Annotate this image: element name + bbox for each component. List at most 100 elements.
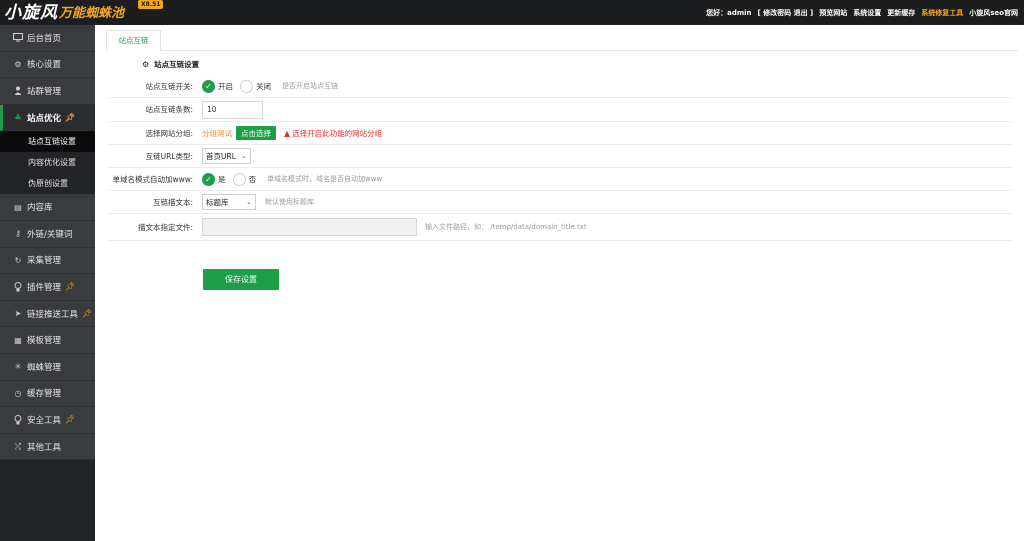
radio-enable[interactable]: ✓ 开启 <box>202 79 233 93</box>
select-value: 标题库 <box>206 197 229 207</box>
check-icon: ✓ <box>202 172 215 186</box>
main-content: 站点互链 ⚙ 站点互链设置 站点互链开关: ✓ 开启 关闭 是否开启站点互链 站… <box>95 25 1024 541</box>
hint-text: 单域名模式时，域名是否自动加www <box>267 175 383 183</box>
logo: 小旋风 万能蜘蛛池 <box>4 2 124 23</box>
tab-site-links[interactable]: 站点互链 <box>106 30 161 51</box>
spider-icon: ✳ <box>14 362 22 372</box>
warning-message: ▲ 选择开启此功能的网站分组 <box>284 128 382 139</box>
update-cache-link[interactable]: 更新缓存 <box>887 8 915 18</box>
form-row-url-type: 互链URL类型: 首页URL ⌄ <box>108 145 1012 168</box>
radio-circle-icon <box>232 172 246 186</box>
sidebar-item-core-settings[interactable]: ⚙ 核心设置 <box>0 51 95 79</box>
radio-circle-icon <box>240 79 253 93</box>
sidebar-item-label: 其他工具 <box>27 442 62 453</box>
sidebar-subitem-content-optimization[interactable]: 内容优化设置 <box>0 152 95 174</box>
sidebar-item-site-optimization[interactable]: ♣ 站点优化 📌︎ <box>0 104 95 132</box>
sidebar-item-plugins[interactable]: 插件管理 📌︎ <box>0 274 95 301</box>
select-value: 首页URL <box>206 151 236 161</box>
form-row-auto-www: 单域名模式自动加www: ✓ 是 否 单域名模式时，域名是否自动加www <box>108 168 1012 191</box>
field-label: 站点互链开关: <box>145 81 193 91</box>
radio-label: 关闭 <box>256 81 271 91</box>
select-group-button[interactable]: 点击选择 <box>236 126 276 140</box>
warning-icon: ▲ <box>284 128 291 138</box>
chevron-down-icon: ⌄ <box>240 152 247 160</box>
sidebar-item-security[interactable]: 安全工具 📌︎ <box>0 407 95 434</box>
refresh-icon: ↻ <box>14 255 22 265</box>
radio-disable[interactable]: 关闭 <box>240 79 271 93</box>
hint-text: 是否开启站点互链 <box>282 82 338 90</box>
hint-text: 输入文件路径，如： /temp/data/domain_title.txt <box>425 223 587 231</box>
logo-sub-text: 万能蜘蛛池 <box>59 6 125 21</box>
sidebar-item-home[interactable]: 后台首页 <box>0 25 95 52</box>
settings-form: 站点互链开关: ✓ 开启 关闭 是否开启站点互链 站点互链条数: 10 选择网站… <box>108 75 1012 241</box>
radio-label: 否 <box>248 174 257 184</box>
sidebar-item-label: 插件管理 <box>27 282 62 293</box>
chevron-down-icon: ⌄ <box>246 198 252 206</box>
sidebar-subitem-link-settings[interactable]: 站点互链设置 <box>0 131 95 153</box>
send-icon: ➤ <box>14 309 22 319</box>
field-label: 描文本指定文件: <box>137 222 193 232</box>
section-title: ⚙ 站点互链设置 <box>142 59 199 70</box>
radio-yes[interactable]: ✓ 是 <box>202 172 226 186</box>
field-label: 选择网站分组: <box>145 128 193 138</box>
form-row-anchor-file: 描文本指定文件: 输入文件路径，如： /temp/data/domain_tit… <box>108 214 1012 241</box>
form-row-link-count: 站点互链条数: 10 <box>108 98 1012 122</box>
sidebar-item-label: 缓存管理 <box>27 389 62 400</box>
sidebar-subitem-pseudo-original[interactable]: 伪原创设置 <box>0 173 95 195</box>
sidebar: 后台首页 ⚙ 核心设置 站群管理 ♣ 站点优化 📌︎ 站点互链设置 内容优化设置… <box>0 25 95 541</box>
sidebar-item-links-keywords[interactable]: ⚷ 外链/关键词 <box>0 220 95 248</box>
preview-site-link[interactable]: 预览网站 <box>819 8 847 18</box>
sidebar-subitem-label: 内容优化设置 <box>28 158 76 168</box>
greeting-text: 您好：admin <box>706 8 752 17</box>
account-links[interactable]: [ 修改密码 退出 ] <box>758 8 814 18</box>
pin-icon: 📌︎ <box>65 282 76 292</box>
monitor-icon <box>12 33 24 42</box>
form-row-anchor-text: 互链描文本: 标题库 ⌄ 默认使用标题库 <box>108 191 1012 214</box>
leaf-icon: ♣ <box>14 113 22 123</box>
anchor-text-select[interactable]: 标题库 ⌄ <box>202 194 256 210</box>
warning-text: 选择开启此功能的网站分组 <box>292 128 383 138</box>
gear-icon: ⚙ <box>142 60 150 69</box>
sidebar-item-content-library[interactable]: ▤ 内容库 <box>0 194 95 221</box>
sidebar-item-label: 内容库 <box>27 203 53 214</box>
logo-main-text: 小旋风 <box>4 3 58 23</box>
anchor-file-input[interactable] <box>202 218 417 236</box>
sidebar-item-label: 外链/关键词 <box>27 229 73 240</box>
sidebar-item-collection[interactable]: ↻ 采集管理 <box>0 247 95 275</box>
form-row-site-group: 选择网站分组: 分组测试 点击选择 ▲ 选择开启此功能的网站分组 <box>108 122 1012 145</box>
sidebar-item-link-push[interactable]: ➤ 链接推送工具 📌︎ <box>0 300 95 328</box>
shield-icon <box>12 414 24 425</box>
sidebar-item-label: 采集管理 <box>27 256 62 267</box>
sidebar-item-site-group[interactable]: 站群管理 <box>0 78 95 105</box>
radio-label: 是 <box>218 174 226 184</box>
sidebar-item-label: 站群管理 <box>27 86 62 97</box>
sidebar-item-spiders[interactable]: ✳ 蜘蛛管理 <box>0 353 95 381</box>
link-count-input[interactable]: 10 <box>202 100 263 119</box>
system-settings-link[interactable]: 系统设置 <box>853 8 881 18</box>
save-settings-button[interactable]: 保存设置 <box>203 269 279 290</box>
hint-text: 默认使用标题库 <box>265 198 314 206</box>
sidebar-item-label: 蜘蛛管理 <box>27 362 62 373</box>
key-icon: ⚷ <box>15 229 21 239</box>
user-icon <box>12 86 24 96</box>
field-label: 站点互链条数: <box>145 105 193 114</box>
check-icon: ✓ <box>202 79 215 93</box>
sidebar-item-cache[interactable]: ◷ 缓存管理 <box>0 380 95 408</box>
grid-icon: ▦ <box>14 335 22 345</box>
radio-no[interactable]: 否 <box>232 172 257 186</box>
sidebar-item-other-tools[interactable]: ⤮ 其他工具 <box>0 433 95 461</box>
top-bar: 小旋风 万能蜘蛛池 X8.51 您好：admin [ 修改密码 退出 ] 预览网… <box>0 0 1024 25</box>
sidebar-subitem-label: 伪原创设置 <box>28 179 68 189</box>
repair-tool-link[interactable]: 系统修复工具 <box>921 8 963 18</box>
official-site-link[interactable]: 小旋风seo官网 <box>969 8 1018 18</box>
pin-icon: 📌︎ <box>65 113 76 123</box>
section-title-text: 站点互链设置 <box>154 60 200 69</box>
sidebar-subitem-label: 站点互链设置 <box>28 137 76 147</box>
url-type-select[interactable]: 首页URL ⌄ <box>202 148 251 164</box>
tab-bar: 站点互链 <box>106 30 1018 51</box>
radio-label: 开启 <box>218 81 233 91</box>
pin-icon: 📌︎ <box>65 415 76 425</box>
field-label: 互链URL类型: <box>145 151 193 161</box>
sidebar-item-templates[interactable]: ▦ 模板管理 <box>0 327 95 354</box>
sidebar-item-label: 模板管理 <box>27 336 62 347</box>
